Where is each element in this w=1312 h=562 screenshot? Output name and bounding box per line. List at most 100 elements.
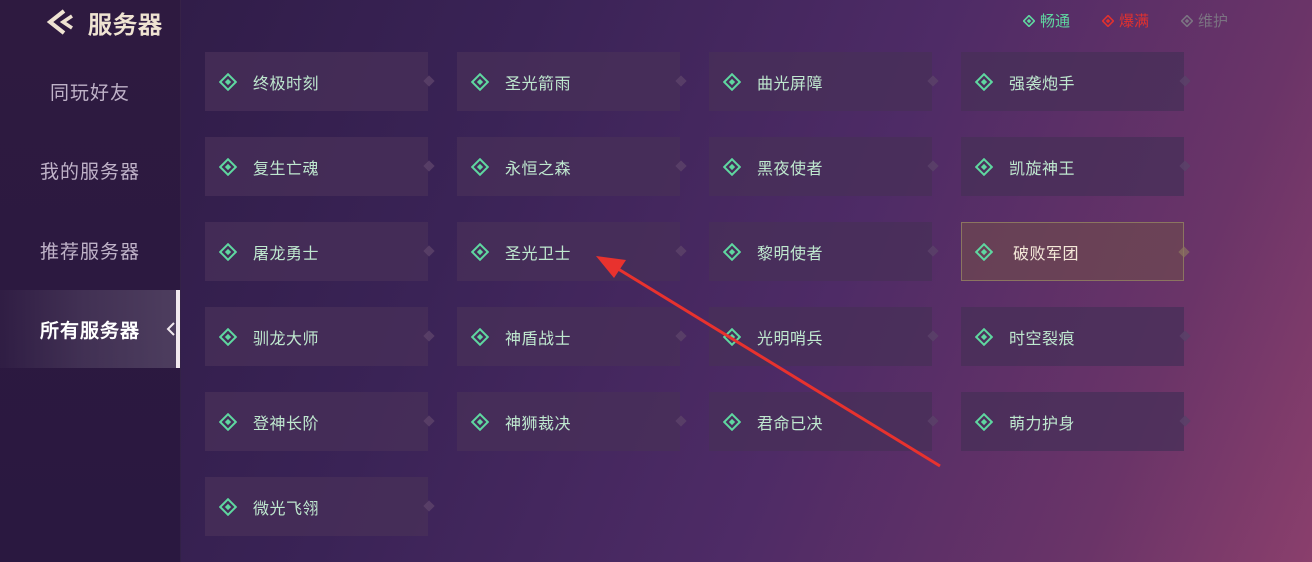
server-grid: 终极时刻 圣光箭雨 曲光屏障 强袭炮手复生亡魂 永恒之森 黑夜使者 凯旋神王屠龙勇士 圣光卫士… bbox=[205, 52, 1191, 536]
card-edge-ornament bbox=[1179, 330, 1191, 342]
server-name: 黎明使者 bbox=[757, 243, 824, 263]
nav-item-recommended-servers[interactable]: 推荐服务器 bbox=[0, 211, 180, 289]
server-item[interactable]: 屠龙勇士 bbox=[205, 222, 435, 281]
server-item[interactable]: 驯龙大师 bbox=[205, 307, 435, 366]
server-name: 萌力护身 bbox=[1009, 413, 1076, 433]
card-edge-ornament bbox=[423, 160, 435, 172]
card-edge-ornament bbox=[1179, 415, 1191, 427]
status-diamond-icon bbox=[723, 157, 741, 176]
server-name: 神狮裁决 bbox=[505, 413, 572, 433]
legend-label: 维护 bbox=[1197, 12, 1228, 30]
server-item[interactable]: 破败军团 bbox=[961, 222, 1190, 281]
card-edge-ornament bbox=[675, 160, 687, 172]
server-name: 复生亡魂 bbox=[253, 158, 320, 178]
status-diamond-icon bbox=[219, 242, 237, 261]
server-name: 光明哨兵 bbox=[757, 328, 824, 348]
card-edge-ornament bbox=[675, 75, 687, 87]
server-item[interactable]: 曲光屏障 bbox=[709, 52, 939, 111]
server-item[interactable]: 黎明使者 bbox=[709, 222, 939, 281]
server-name: 微光飞翎 bbox=[253, 498, 320, 518]
server-item[interactable]: 萌力护身 bbox=[961, 392, 1191, 451]
server-name: 圣光卫士 bbox=[505, 243, 572, 263]
page-title: 服务器 bbox=[88, 10, 163, 39]
status-diamond-icon bbox=[471, 157, 489, 176]
card-edge-ornament bbox=[1178, 246, 1190, 258]
legend-label: 畅通 bbox=[1039, 12, 1070, 30]
server-item[interactable]: 时空裂痕 bbox=[961, 307, 1191, 366]
card-edge-ornament bbox=[927, 75, 939, 87]
legend-item-smooth: 畅通 bbox=[1022, 10, 1070, 31]
chevron-left-icon bbox=[166, 322, 175, 336]
server-name: 强袭炮手 bbox=[1009, 73, 1076, 93]
server-item[interactable]: 黑夜使者 bbox=[709, 137, 939, 196]
back-arrow-icon[interactable] bbox=[44, 8, 74, 36]
server-item[interactable]: 神盾战士 bbox=[457, 307, 687, 366]
server-item[interactable]: 神狮裁决 bbox=[457, 392, 687, 451]
nav-item-label: 推荐服务器 bbox=[39, 240, 140, 263]
server-item[interactable]: 登神长阶 bbox=[205, 392, 435, 451]
server-item[interactable]: 终极时刻 bbox=[205, 52, 435, 111]
card-edge-ornament bbox=[423, 415, 435, 427]
sidebar: 服务器 同玩好友 我的服务器 推荐服务器 所有服务器 bbox=[0, 0, 181, 562]
server-name: 时空裂痕 bbox=[1009, 328, 1076, 348]
legend-item-maintenance: 维护 bbox=[1180, 10, 1228, 31]
nav-item-all-servers[interactable]: 所有服务器 bbox=[0, 290, 180, 368]
card-edge-ornament bbox=[1179, 75, 1191, 87]
server-name: 曲光屏障 bbox=[757, 73, 824, 93]
server-item[interactable]: 复生亡魂 bbox=[205, 137, 435, 196]
server-name: 驯龙大师 bbox=[253, 328, 320, 348]
server-name: 登神长阶 bbox=[253, 413, 320, 433]
diamond-icon bbox=[1180, 14, 1193, 27]
status-diamond-icon bbox=[723, 412, 741, 431]
card-edge-ornament bbox=[927, 160, 939, 172]
status-diamond-icon bbox=[219, 412, 237, 431]
status-diamond-icon bbox=[219, 327, 237, 346]
server-name: 圣光箭雨 bbox=[505, 73, 572, 93]
status-legend: 畅通 爆满 维护 bbox=[1022, 10, 1228, 31]
nav-item-friends[interactable]: 同玩好友 bbox=[0, 52, 180, 130]
card-edge-ornament bbox=[1179, 160, 1191, 172]
status-diamond-icon bbox=[723, 327, 741, 346]
server-name: 凯旋神王 bbox=[1009, 158, 1076, 178]
legend-label: 爆满 bbox=[1118, 12, 1149, 30]
server-item[interactable]: 光明哨兵 bbox=[709, 307, 939, 366]
server-name: 永恒之森 bbox=[505, 158, 572, 178]
status-diamond-icon bbox=[975, 157, 993, 176]
legend-item-full: 爆满 bbox=[1101, 10, 1149, 31]
status-diamond-icon bbox=[219, 497, 237, 516]
server-name: 屠龙勇士 bbox=[253, 243, 320, 263]
server-item[interactable]: 圣光箭雨 bbox=[457, 52, 687, 111]
server-item[interactable]: 永恒之森 bbox=[457, 137, 687, 196]
nav-item-label: 所有服务器 bbox=[39, 319, 140, 342]
server-item[interactable]: 圣光卫士 bbox=[457, 222, 687, 281]
status-diamond-icon bbox=[471, 412, 489, 431]
server-item[interactable]: 君命已决 bbox=[709, 392, 939, 451]
server-item[interactable]: 微光飞翎 bbox=[205, 477, 435, 536]
status-diamond-icon bbox=[975, 72, 993, 91]
status-diamond-icon bbox=[471, 72, 489, 91]
status-diamond-icon bbox=[471, 327, 489, 346]
card-edge-ornament bbox=[675, 245, 687, 257]
status-diamond-icon bbox=[723, 72, 741, 91]
status-diamond-icon bbox=[975, 327, 993, 346]
card-edge-ornament bbox=[675, 330, 687, 342]
server-name: 破败军团 bbox=[1013, 243, 1080, 263]
status-diamond-icon bbox=[723, 242, 741, 261]
server-item[interactable]: 强袭炮手 bbox=[961, 52, 1191, 111]
card-edge-ornament bbox=[423, 330, 435, 342]
nav-item-label: 我的服务器 bbox=[39, 160, 140, 183]
card-edge-ornament bbox=[423, 75, 435, 87]
card-edge-ornament bbox=[927, 245, 939, 257]
nav-item-my-servers[interactable]: 我的服务器 bbox=[0, 131, 180, 209]
nav-item-label: 同玩好友 bbox=[49, 81, 130, 104]
active-indicator bbox=[176, 290, 180, 368]
server-item[interactable]: 凯旋神王 bbox=[961, 137, 1191, 196]
status-diamond-icon bbox=[219, 157, 237, 176]
card-edge-ornament bbox=[927, 330, 939, 342]
diamond-icon bbox=[1022, 14, 1035, 27]
server-name: 君命已决 bbox=[757, 413, 824, 433]
server-name: 黑夜使者 bbox=[757, 158, 824, 178]
card-edge-ornament bbox=[927, 415, 939, 427]
status-diamond-icon bbox=[219, 72, 237, 91]
card-edge-ornament bbox=[675, 415, 687, 427]
